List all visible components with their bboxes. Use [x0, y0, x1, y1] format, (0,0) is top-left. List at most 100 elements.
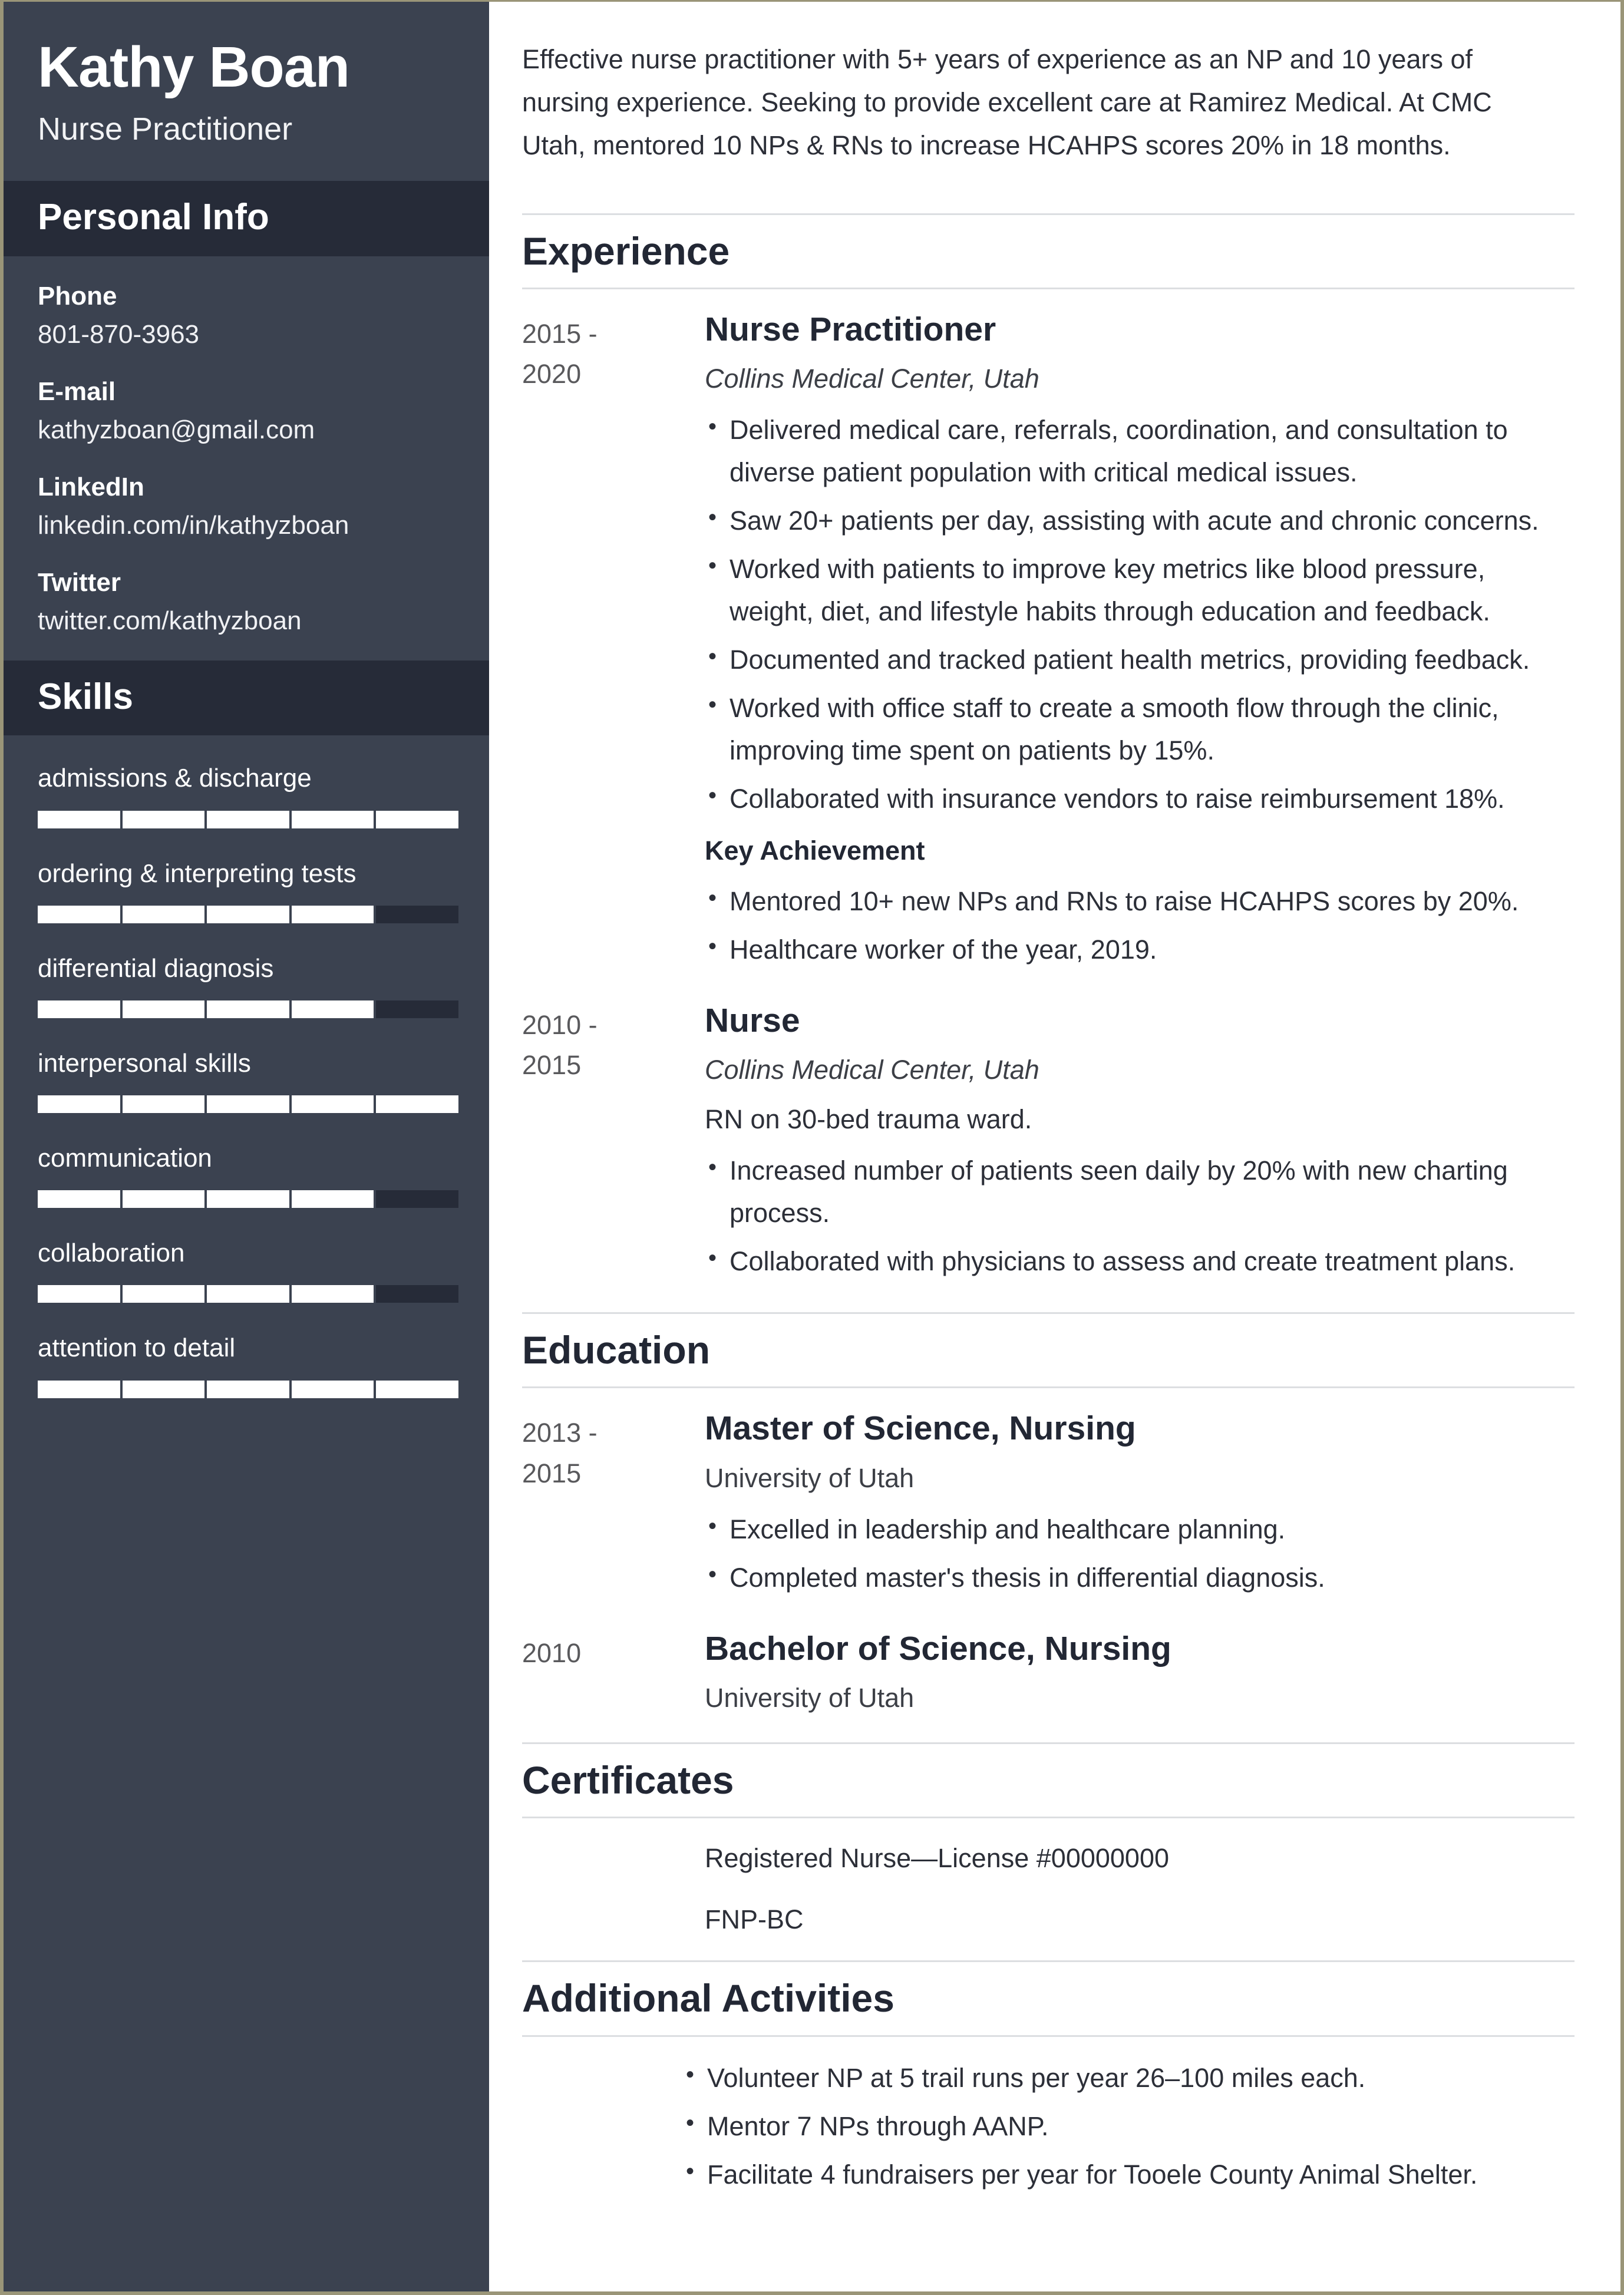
entry-title: Nurse — [705, 1001, 800, 1039]
entry-body: Bachelor of Science, Nursing University o… — [705, 1629, 1575, 1719]
skill-level-segment — [291, 905, 374, 923]
skill-level-segment — [376, 905, 458, 923]
education-entry: 2010 Bachelor of Science, Nursing Universi… — [522, 1629, 1575, 1719]
entry-bullet: Increased number of patients seen daily … — [705, 1148, 1569, 1234]
education-entry: 2013 - 2015 Master of Science, Nursing Univ… — [522, 1408, 1575, 1604]
entry-bullet: Worked with patients to improve key metr… — [705, 547, 1569, 633]
key-achievement-bullet: Healthcare worker of the year, 2019. — [705, 927, 1569, 971]
personal-info-value: twitter.com/kathyzboan — [38, 606, 302, 636]
experience-entry: 2015 - 2020 Nurse Practitioner Collins Medi… — [522, 309, 1575, 977]
personal-info-value: linkedin.com/in/kathyzboan — [38, 511, 349, 540]
certificates-section: Certificates Registered Nurse—License #0… — [522, 1742, 1575, 1939]
skill-item: collaboration — [38, 1236, 458, 1303]
personal-info-value: 801-870-3963 — [38, 320, 200, 349]
entry-description: RN on 30-bed trauma ward. — [705, 1104, 1032, 1134]
skill-level-segment — [38, 1285, 120, 1303]
skill-level-segment — [122, 1285, 205, 1303]
key-achievement-bullet: Mentored 10+ new NPs and RNs to raise HC… — [705, 879, 1569, 923]
skill-level-bar — [38, 1000, 458, 1018]
entry-bullet-list: Excelled in leadership and healthcare pl… — [705, 1507, 1569, 1599]
entry-date-line: 2010 — [522, 1637, 582, 1668]
activity-item: Mentor 7 NPs through AANP. — [682, 2104, 1575, 2148]
skill-item: admissions & discharge — [38, 761, 458, 828]
education-heading: Education — [522, 1328, 711, 1372]
personal-info-list: Phone 801-870-3963 E-mail kathyzboan@gmail.… — [4, 256, 489, 661]
skill-item: differential diagnosis — [38, 952, 458, 1018]
skill-level-segment — [291, 1190, 374, 1208]
skill-level-segment — [291, 1000, 374, 1018]
personal-info-heading-band: Personal Info — [4, 181, 489, 256]
skill-label: ordering & interpreting tests — [38, 858, 357, 888]
certificate-item: FNP-BC — [705, 1904, 804, 1934]
skill-item: interpersonal skills — [38, 1046, 458, 1114]
skill-level-segment — [207, 810, 289, 828]
skill-level-bar — [38, 1095, 458, 1114]
entry-bullet: Worked with office staff to create a smo… — [705, 686, 1569, 772]
skill-item: attention to detail — [38, 1331, 458, 1398]
experience-entry: 2010 - 2015 Nurse Collins Medical Center, U… — [522, 1000, 1575, 1289]
main-column: Effective nurse practitioner with 5+ yea… — [489, 2, 1620, 2291]
activities-section-header: Additional Activities — [522, 1960, 1575, 2037]
skill-level-segment — [122, 1190, 205, 1208]
skill-level-segment — [207, 1380, 289, 1398]
entry-bullet: Collaborated with insurance vendors to r… — [705, 777, 1569, 820]
skill-level-segment — [122, 810, 205, 828]
skill-level-segment — [291, 1380, 374, 1398]
entry-date: 2013 - 2015 — [522, 1408, 705, 1494]
personal-info-label: Twitter — [38, 567, 121, 597]
skill-level-segment — [376, 1190, 458, 1208]
skill-level-segment — [207, 905, 289, 923]
activity-item: Volunteer NP at 5 trail runs per year 26… — [682, 2056, 1575, 2099]
entry-subtitle: University of Utah — [705, 1462, 915, 1493]
entry-date: 2010 — [522, 1629, 705, 1673]
skill-label: attention to detail — [38, 1333, 236, 1363]
skill-level-segment — [376, 1380, 458, 1398]
certificates-section-header: Certificates — [522, 1742, 1575, 1819]
sidebar-header: Kathy Boan Nurse Practitioner — [4, 2, 489, 181]
professional-summary: Effective nurse practitioner with 5+ yea… — [522, 44, 1492, 160]
personal-info-label: LinkedIn — [38, 472, 144, 501]
personal-info-label: E-mail — [38, 377, 116, 406]
activities-section: Additional Activities Volunteer NP at 5 … — [522, 1960, 1575, 2195]
skill-level-segment — [207, 1000, 289, 1018]
skill-level-segment — [376, 1095, 458, 1114]
personal-info-item: LinkedIn linkedin.com/in/kathyzboan — [38, 470, 455, 544]
entry-bullet: Excelled in leadership and healthcare pl… — [705, 1507, 1569, 1551]
entry-bullet: Completed master's thesis in differentia… — [705, 1556, 1569, 1599]
entry-date-line: 2013 - — [522, 1418, 598, 1448]
experience-section-header: Experience — [522, 213, 1575, 289]
skill-level-segment — [207, 1285, 289, 1303]
skill-level-segment — [291, 1095, 374, 1114]
skill-level-segment — [122, 1380, 205, 1398]
skill-item: communication — [38, 1141, 458, 1208]
skill-level-bar — [38, 1285, 458, 1303]
experience-section: Experience 2015 - 2020 Nurse Practitioner C… — [522, 213, 1575, 1289]
activities-list: Volunteer NP at 5 trail runs per year 26… — [522, 2056, 1575, 2196]
skill-label: differential diagnosis — [38, 953, 274, 983]
entry-body: Nurse Collins Medical Center, Utah RN on 3… — [705, 1000, 1575, 1289]
skill-level-bar — [38, 1380, 458, 1398]
skill-level-bar — [38, 810, 458, 828]
personal-info-item: Twitter twitter.com/kathyzboan — [38, 565, 455, 639]
skill-label: admissions & discharge — [38, 764, 312, 793]
entry-bullet: Collaborated with physicians to assess a… — [705, 1239, 1569, 1283]
entry-date-line: 2010 - — [522, 1009, 598, 1040]
certificate-item: Registered Nurse—License #00000000 — [705, 1843, 1170, 1874]
skill-level-segment — [38, 1190, 120, 1208]
activity-item: Facilitate 4 fundraisers per year for To… — [682, 2152, 1575, 2196]
skills-heading-band: Skills — [4, 661, 489, 736]
entry-subtitle: Collins Medical Center, Utah — [705, 1055, 1039, 1085]
entry-date-line: 2015 - — [522, 318, 598, 349]
skill-level-segment — [122, 1095, 205, 1114]
skill-level-segment — [38, 1095, 120, 1114]
skills-list: admissions & discharge ordering & interpr… — [4, 735, 489, 1426]
personal-info-value: kathyzboan@gmail.com — [38, 415, 315, 445]
activities-heading: Additional Activities — [522, 1976, 894, 2020]
key-achievement-label: Key Achievement — [705, 836, 925, 866]
entry-body: Master of Science, Nursing University of … — [705, 1408, 1575, 1604]
certificates-list: Registered Nurse—License #00000000 FNP-BC — [522, 1838, 1575, 1939]
personal-info-heading: Personal Info — [38, 197, 269, 238]
skill-label: communication — [38, 1144, 212, 1173]
entry-date-line: 2015 — [522, 1050, 582, 1081]
entry-date-line: 2020 — [522, 359, 582, 389]
